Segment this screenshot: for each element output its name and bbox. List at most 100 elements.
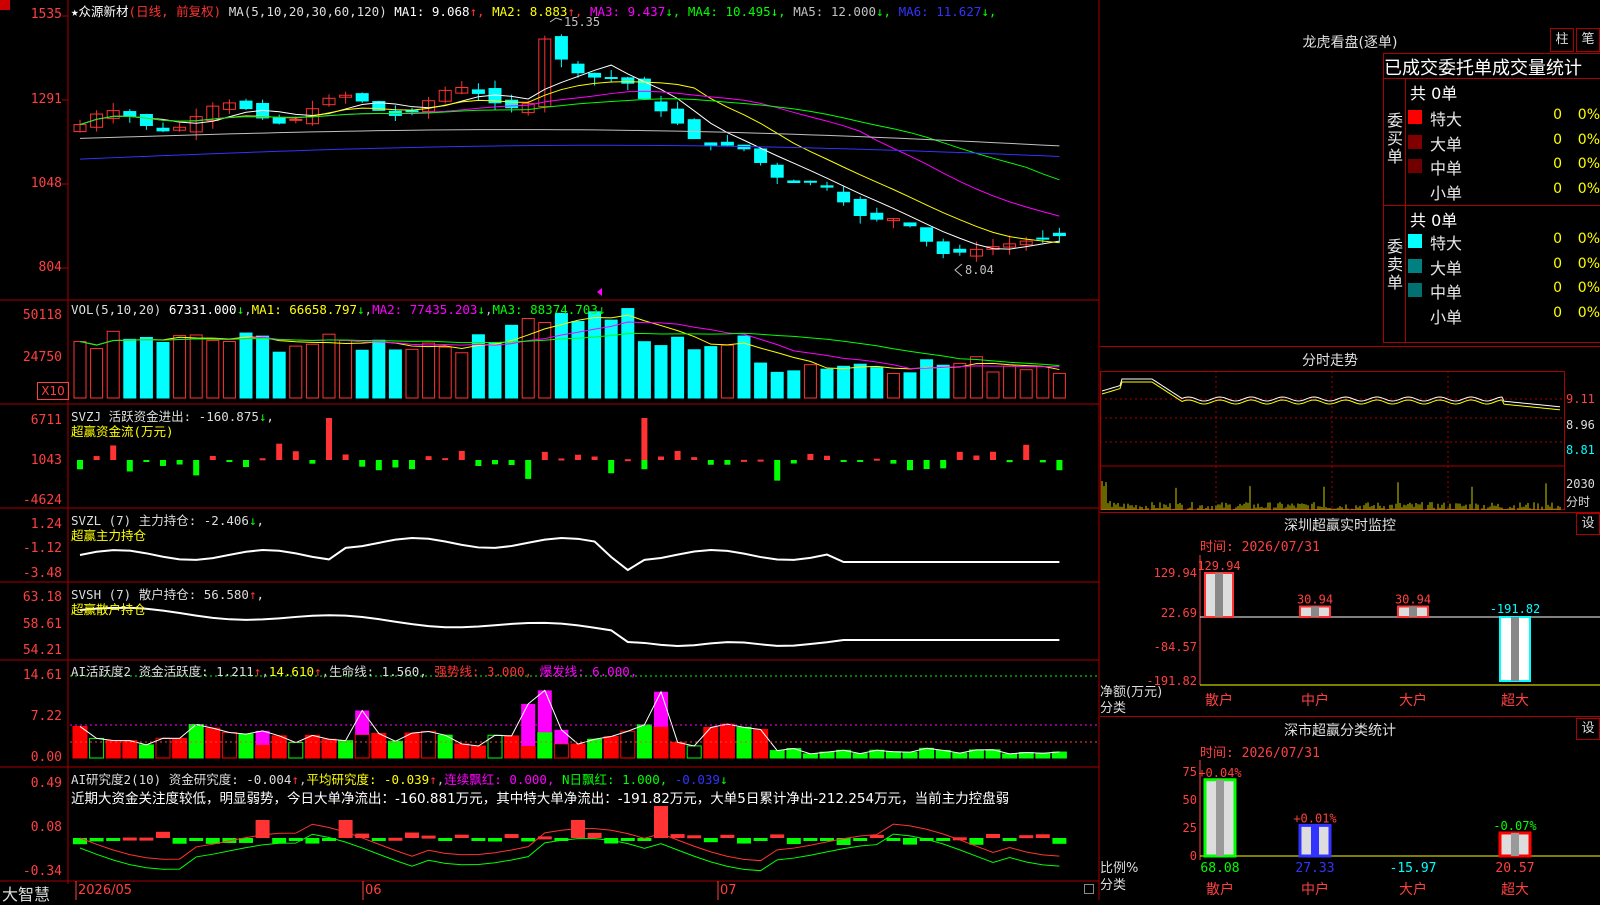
ma-value-2: MA2: 8.883↑, — [484, 4, 583, 19]
flow-bar — [890, 460, 897, 464]
activity-bar — [404, 732, 420, 759]
pen-mode-button[interactable]: 笔 — [1576, 28, 1600, 52]
svzj-y-label-0: 6711 — [30, 413, 62, 428]
bar-超大 — [1499, 616, 1531, 682]
category-label: 散户 — [1205, 692, 1233, 709]
flow-bar — [77, 460, 83, 470]
volume-bar — [189, 334, 203, 399]
research-bar — [421, 835, 436, 839]
svsh-y-label-2: 54.21 — [22, 643, 62, 658]
activity-bar — [454, 743, 470, 759]
sz-class-chart: 75 50 25 0 +0.04% 68.08 散户 +0.01% 27.33 中户 -15.97 大… — [1183, 760, 1600, 898]
flow-bar — [807, 453, 814, 460]
svzj-y-label-1: 1043 — [30, 453, 62, 468]
research-bar — [1019, 835, 1034, 839]
research-bar — [703, 838, 718, 843]
volume-bar — [322, 333, 336, 399]
color-swatch — [1408, 159, 1422, 173]
research-bar — [803, 838, 818, 841]
research-bar — [471, 838, 486, 841]
sz-monitor-settings-button[interactable]: 设 — [1576, 513, 1600, 535]
research-bar — [504, 834, 519, 838]
flow-bar — [641, 460, 648, 470]
flow-bar — [707, 460, 714, 465]
row-value: 0 — [1553, 280, 1562, 296]
adjust-label[interactable]: (日线, 前复权) — [129, 4, 222, 19]
volume-bar — [604, 319, 618, 399]
candle — [853, 198, 867, 217]
main-y-label-3: 804 — [38, 260, 62, 275]
color-swatch — [1408, 234, 1422, 248]
vol-title: VOL(5,10,20) 67331.000↓,MA1: 66658.797↓,… — [71, 302, 606, 317]
volume-bar — [355, 349, 369, 399]
candle — [837, 191, 851, 203]
svsh-subtitle: 超赢散户持仓 — [71, 602, 147, 617]
y-tick-label: 50 — [1183, 793, 1197, 807]
lhb-tabs[interactable]: 已成交委托单成交量统计 — [1383, 53, 1600, 79]
svzl-subtitle: 超赢主力持仓 — [71, 528, 147, 543]
flow-bar — [624, 459, 631, 462]
change-label: +0.01% — [1293, 811, 1337, 825]
ma-value-1: MA1: 9.068↑, — [394, 4, 485, 19]
stock-name: 众源新材 — [78, 4, 129, 19]
volume-bar — [455, 352, 469, 399]
chart-canvas[interactable]: 15.35 8.04 — [0, 0, 1100, 900]
volume-bar — [886, 372, 900, 399]
row-value: 0 — [1553, 304, 1562, 321]
sz-class-settings-button[interactable]: 设 — [1576, 718, 1600, 740]
flow-bar — [276, 443, 283, 460]
volume-bar — [903, 372, 917, 399]
activity-bar — [354, 734, 370, 759]
fenshi-avg-line — [1101, 381, 1561, 411]
volume-bar — [654, 345, 668, 399]
color-swatch — [1408, 183, 1422, 198]
vol-y-label-1: 24750 — [22, 350, 62, 365]
row-name: 大单 — [1430, 134, 1463, 154]
flow-bar — [591, 456, 598, 460]
candle — [289, 118, 303, 121]
volume-bar — [488, 342, 502, 399]
row-value: 0 — [1553, 180, 1562, 197]
research-bar — [753, 838, 768, 841]
flow-bar — [93, 456, 100, 460]
ma-line-10 — [79, 81, 1060, 244]
category-label: 中户 — [1301, 881, 1329, 898]
volume-bar — [986, 371, 1000, 399]
volume-bar — [969, 356, 983, 399]
fenshi-y-label-2: 8.81 — [1566, 443, 1595, 457]
bar-mode-button[interactable]: 柱 — [1550, 28, 1574, 52]
volume-bar — [1052, 372, 1066, 399]
volume-bar — [139, 336, 153, 399]
class-bar-shade — [1311, 825, 1319, 856]
sz-class-time: 时间: 2026/07/31 — [1200, 746, 1320, 761]
bar-大户 — [1397, 605, 1429, 618]
activity-bar — [504, 735, 520, 759]
ai1-y-label-2: 0.00 — [30, 750, 62, 765]
buy-row-1: 大单 0 0% — [1408, 130, 1600, 154]
fenshi-chart[interactable] — [1100, 371, 1565, 511]
activity-bar — [703, 726, 719, 759]
ai1-title: AI活跃度2 资金活跃度: 1.211↑,14.610↑,生命线: 1.560,… — [71, 664, 638, 679]
volume-bar — [372, 339, 386, 399]
volume-bar — [770, 371, 784, 399]
volume-bar — [289, 345, 303, 399]
activity-bar — [902, 751, 918, 759]
flow-bar — [508, 460, 515, 466]
activity-bar — [885, 751, 901, 759]
activity-bar — [719, 723, 735, 759]
research-bar — [106, 838, 121, 841]
category-label: 散户 — [1206, 881, 1234, 898]
monitor-bar-shade — [1409, 606, 1417, 617]
star-icon[interactable]: ★ — [71, 4, 79, 19]
volume-bar — [787, 370, 801, 399]
research-bar — [388, 837, 403, 841]
flow-bar — [458, 450, 465, 460]
low-mark: 8.04 — [965, 263, 994, 277]
row-percent: 0% — [1577, 255, 1600, 272]
candle — [139, 113, 153, 126]
research-bar — [122, 837, 137, 841]
volume-bar — [687, 349, 701, 399]
row-percent: 0% — [1577, 131, 1600, 148]
activity-bar — [205, 727, 221, 759]
volume-bar — [305, 343, 319, 399]
